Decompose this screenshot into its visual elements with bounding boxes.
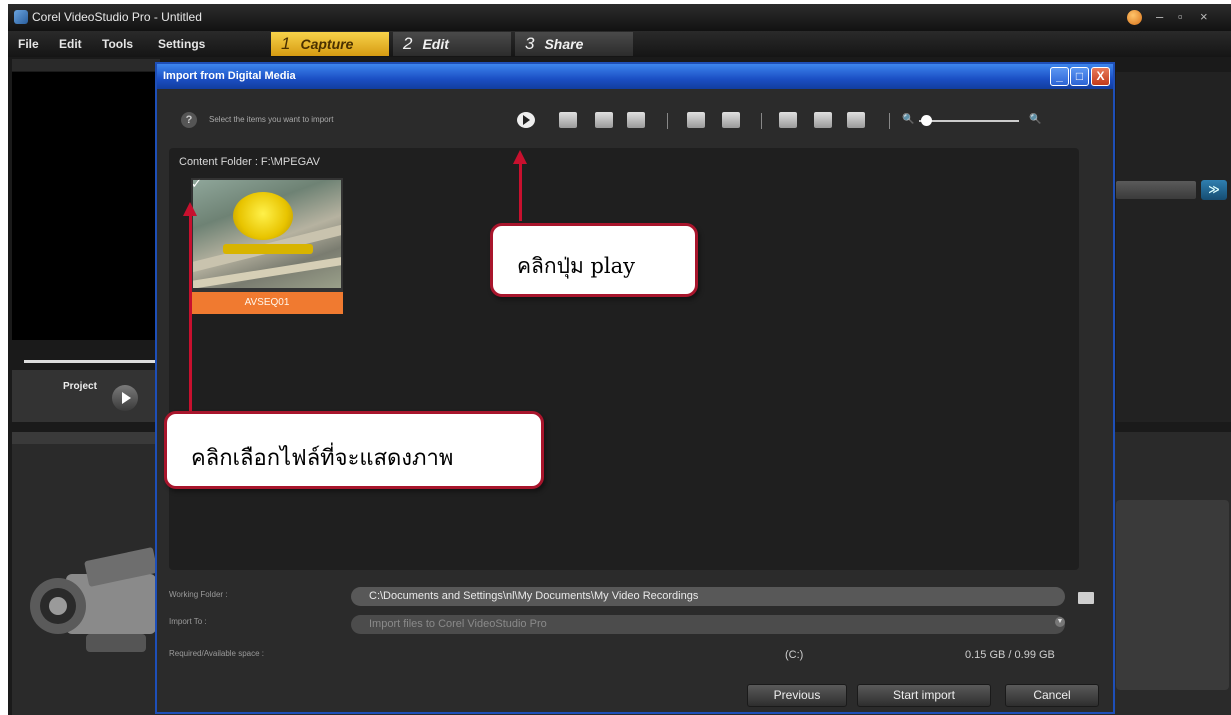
deselect-all-icon[interactable] (722, 112, 740, 128)
start-import-button[interactable]: Start import (857, 684, 991, 707)
mark-in-icon[interactable] (559, 112, 577, 128)
menu-file[interactable]: File (18, 37, 39, 51)
file-callout: คลิกเลือกไฟล์ที่จะแสดงภาพ (164, 411, 544, 489)
previous-button[interactable]: Previous (747, 684, 847, 707)
preview-header (12, 59, 160, 71)
toolbar-divider (889, 113, 890, 129)
thumbnail-image (193, 180, 341, 288)
zoom-in-icon[interactable]: 🔍 (1029, 114, 1041, 125)
working-folder-field[interactable]: C:\Documents and Settings\nl\My Document… (351, 587, 1065, 606)
play-arrow-line (519, 163, 522, 221)
camcorder-icon (30, 547, 158, 652)
list-view-icon[interactable] (814, 112, 832, 128)
tab-edit[interactable]: 2 Edit (393, 32, 511, 56)
file-arrow-line (189, 215, 192, 411)
tab-share-label: Share (544, 36, 584, 52)
tab-edit-number: 2 (403, 34, 413, 53)
hint-text: Select the items you want to import (209, 115, 334, 124)
zoom-slider-knob[interactable] (921, 115, 932, 126)
dialog-toolbar: 🔍 🔍 (517, 110, 1057, 132)
cancel-button[interactable]: Cancel (1005, 684, 1099, 707)
project-label[interactable]: Project (63, 381, 97, 392)
tab-capture-label: Capture (300, 36, 354, 52)
toolbar-divider (667, 113, 668, 129)
minimize-button[interactable]: – (1156, 9, 1163, 24)
file-callout-text: คลิกเลือกไฟล์ที่จะแสดงภาพ (191, 446, 454, 471)
capture-panel-header (12, 432, 162, 444)
help-icon[interactable]: ? (181, 112, 197, 128)
tab-edit-label: Edit (422, 36, 449, 52)
import-to-label: Import To : (169, 617, 207, 626)
menu-edit[interactable]: Edit (59, 37, 82, 51)
restore-button[interactable]: ▫ (1178, 9, 1183, 24)
thumbnail-view-icon[interactable] (779, 112, 797, 128)
preview-window (12, 72, 160, 340)
thumbnail-logo (233, 192, 293, 240)
working-folder-label: Working Folder : (169, 590, 228, 599)
media-thumbnail[interactable]: AVSEQ01 (191, 178, 343, 314)
app-titlebar: Corel VideoStudio Pro - Untitled – ▫ × (8, 4, 1231, 31)
menu-settings[interactable]: Settings (158, 37, 205, 51)
right-panel-bar (1116, 181, 1196, 199)
checkmark-icon[interactable]: ✓ (191, 176, 209, 192)
menu-tools[interactable]: Tools (102, 37, 133, 51)
zoom-slider[interactable] (919, 120, 1019, 122)
mark-out-icon[interactable] (595, 112, 613, 128)
expand-icon[interactable]: ≫ (1201, 180, 1227, 200)
drive-label: (C:) (785, 649, 804, 661)
chevron-down-icon[interactable]: ▼ (1055, 617, 1065, 627)
toolbar-divider (761, 113, 762, 129)
snapshot-icon[interactable] (627, 112, 645, 128)
tab-capture[interactable]: 1 Capture (271, 32, 389, 56)
dialog-titlebar: Import from Digital Media _ □ X (157, 64, 1113, 89)
file-arrow-head (183, 202, 197, 216)
play-callout-text: คลิกปุ่ม play (517, 254, 636, 278)
zoom-out-icon[interactable]: 🔍 (902, 114, 914, 125)
content-folder-label: Content Folder : F:\MPEGAV (179, 156, 321, 168)
right-panel (1116, 72, 1231, 422)
help-orb-icon[interactable] (1127, 10, 1142, 25)
space-value: 0.15 GB / 0.99 GB (965, 649, 1055, 661)
dialog-minimize-button[interactable]: _ (1050, 67, 1069, 86)
dialog-close-button[interactable]: X (1091, 67, 1110, 86)
capture-options-panel (1116, 500, 1229, 690)
preview-play-button[interactable] (112, 385, 138, 411)
thumbnail-label: AVSEQ01 (191, 292, 343, 314)
folder-icon[interactable] (1078, 592, 1094, 604)
required-space-label: Required/Available space : (169, 649, 265, 658)
tab-capture-number: 1 (281, 34, 291, 53)
dialog-title: Import from Digital Media (163, 70, 296, 82)
app-logo-icon (14, 10, 28, 24)
select-all-icon[interactable] (687, 112, 705, 128)
import-dialog: Import from Digital Media _ □ X ? Select… (155, 62, 1115, 714)
detail-view-icon[interactable] (847, 112, 865, 128)
tab-share[interactable]: 3 Share (515, 32, 633, 56)
import-to-select[interactable]: Import files to Corel VideoStudio Pro (351, 615, 1065, 634)
play-callout: คลิกปุ่ม play (490, 223, 698, 297)
scrub-bar[interactable] (24, 360, 164, 363)
close-button[interactable]: × (1200, 9, 1208, 24)
dialog-maximize-button[interactable]: □ (1070, 67, 1089, 86)
app-title: Corel VideoStudio Pro - Untitled (32, 10, 202, 24)
play-arrow-head (513, 150, 527, 164)
tab-share-number: 3 (525, 34, 535, 53)
play-icon[interactable] (517, 112, 535, 128)
